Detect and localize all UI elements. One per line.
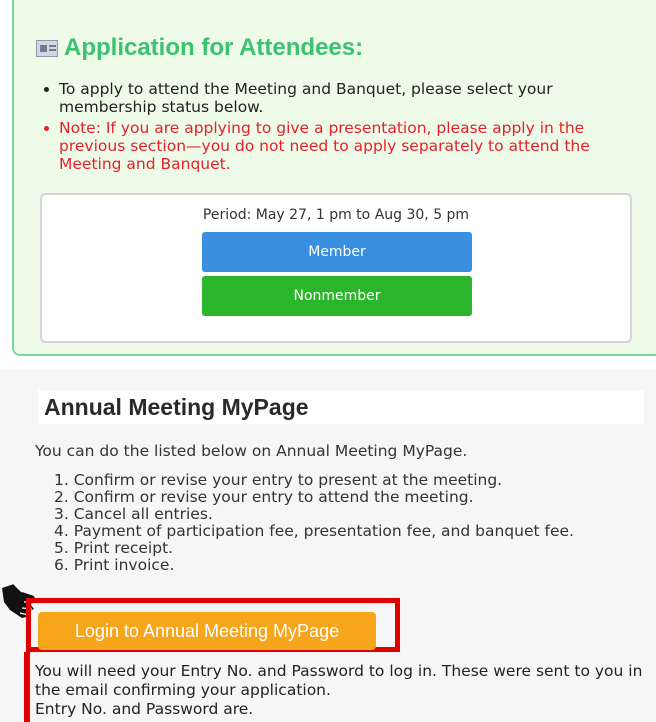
login-mypage-button[interactable]: Login to Annual Meeting MyPage [38, 612, 376, 650]
attendee-note-membership: To apply to attend the Meeting and Banqu… [44, 80, 649, 116]
member-button[interactable]: Member [202, 232, 472, 272]
attendee-application-panel: Application for Attendees: To apply to a… [12, 0, 656, 356]
login-note-highlight [24, 652, 30, 722]
list-item: 1. Confirm or revise your entry to prese… [54, 471, 503, 489]
attendee-title-text: Application for Attendees: [64, 34, 364, 61]
mypage-heading: Annual Meeting MyPage [38, 390, 644, 424]
attendee-card-icon [36, 39, 58, 57]
login-note: You will need your Entry No. and Passwor… [35, 662, 651, 719]
attendee-panel-title: Application for Attendees: [36, 34, 363, 62]
application-period: Period: May 27, 1 pm to Aug 30, 5 pm [202, 207, 470, 223]
nonmember-button[interactable]: Nonmember [202, 276, 472, 316]
attendee-note-presentation: Note: If you are applying to give a pres… [44, 119, 649, 173]
mypage-intro: You can do the listed below on Annual Me… [35, 442, 468, 460]
mypage-feature-list: 1. Confirm or revise your entry to prese… [54, 472, 574, 574]
list-item: 2. Confirm or revise your entry to atten… [54, 488, 474, 506]
attendee-notes-list: To apply to attend the Meeting and Banqu… [44, 80, 649, 176]
list-item: 3. Cancel all entries. [54, 505, 213, 523]
list-item: 5. Print receipt. [54, 539, 174, 557]
login-note-entry: Entry No. and Password are. [35, 700, 254, 718]
list-item: 6. Print invoice. [54, 556, 175, 574]
list-item: 4. Payment of participation fee, present… [54, 522, 574, 540]
membership-select-box: Period: May 27, 1 pm to Aug 30, 5 pm Mem… [40, 193, 632, 343]
login-note-credentials: You will need your Entry No. and Passwor… [35, 662, 643, 699]
